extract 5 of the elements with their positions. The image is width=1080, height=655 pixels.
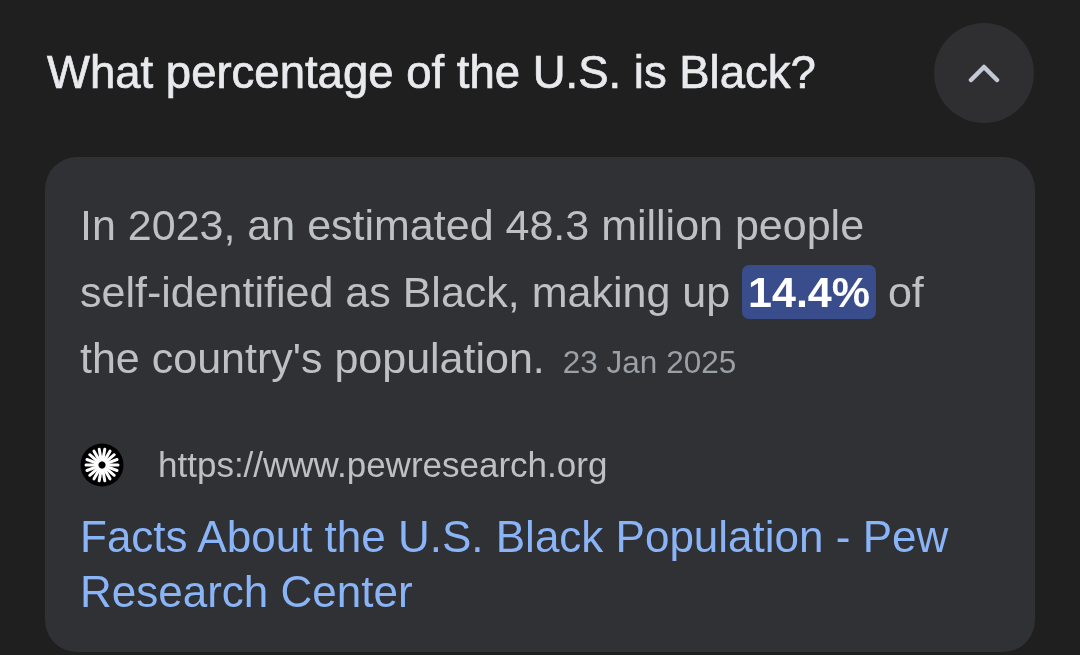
question-heading: What percentage of the U.S. is Black? [47, 47, 816, 99]
answer-snippet: In 2023, an estimated 48.3 million people self-identified as Black, making up 14.4% of the country's population. 23 Jan 2025 [80, 200, 925, 384]
result-title-link[interactable]: Facts About the U.S. Black Population - Pew Research Center [80, 508, 1000, 619]
source-url: https://www.pewresearch.org [158, 444, 608, 485]
sunburst-icon [80, 442, 124, 487]
